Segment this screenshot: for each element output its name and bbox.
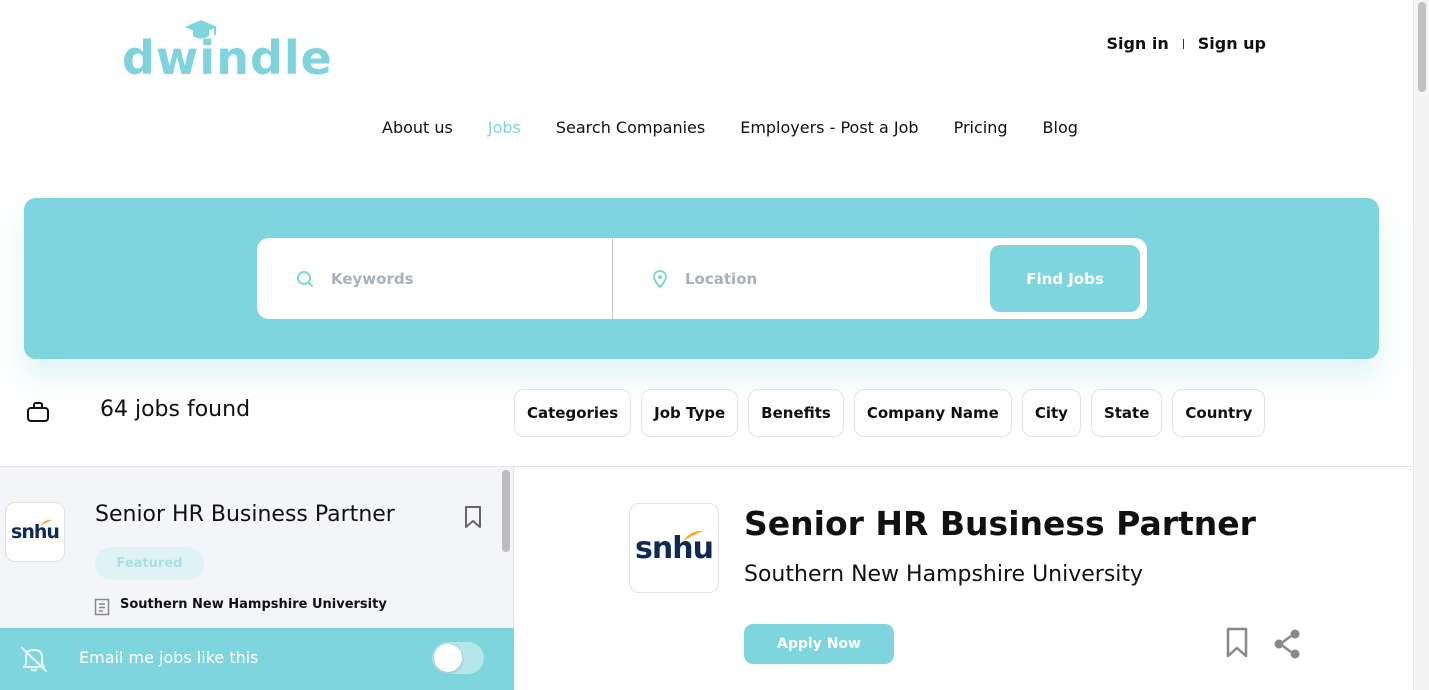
bell-off-icon — [21, 647, 47, 672]
job-card-logo-text: snhu — [11, 521, 60, 543]
filter-city[interactable]: City — [1021, 389, 1081, 437]
nav-jobs[interactable]: Jobs — [488, 118, 521, 137]
filter-categories[interactable]: Categories — [514, 389, 632, 437]
email-alert-toggle[interactable] — [432, 642, 484, 674]
main-nav: About us Jobs Search Companies Employers… — [382, 118, 1113, 137]
page-scrollbar[interactable] — [1413, 0, 1429, 690]
nav-search-companies[interactable]: Search Companies — [556, 118, 705, 137]
email-alert-label: Email me jobs like this — [79, 648, 259, 667]
filter-benefits[interactable]: Benefits — [748, 389, 844, 437]
filter-job-type[interactable]: Job Type — [641, 389, 739, 437]
filter-bar: Categories Job Type Benefits Company Nam… — [514, 389, 1275, 437]
search-bar: Find Jobs — [257, 238, 1147, 319]
location-field — [613, 238, 989, 319]
job-card-company-logo: snhu — [5, 502, 65, 562]
company-building-icon — [94, 598, 110, 616]
job-card-company: Southern New Hampshire University — [120, 597, 387, 612]
detail-company-name[interactable]: Southern New Hampshire University — [744, 562, 1143, 587]
nav-about-us[interactable]: About us — [382, 118, 453, 137]
sign-in-link[interactable]: Sign in — [1106, 34, 1168, 53]
keywords-field — [257, 238, 613, 319]
jobs-found-count: 64 jobs found — [100, 397, 251, 422]
keywords-input[interactable] — [331, 269, 581, 288]
detail-company-logo: snhu — [629, 503, 719, 593]
apply-now-button[interactable]: Apply Now — [744, 624, 894, 664]
nav-employers-post-job[interactable]: Employers - Post a Job — [740, 118, 918, 137]
job-list-scrollbar[interactable] — [500, 470, 512, 552]
filter-country[interactable]: Country — [1172, 389, 1266, 437]
auth-divider — [1182, 38, 1184, 49]
search-icon — [297, 270, 313, 287]
nav-pricing[interactable]: Pricing — [954, 118, 1008, 137]
detail-bookmark-icon[interactable] — [1224, 627, 1250, 659]
featured-badge: Featured — [95, 547, 204, 580]
auth-links: Sign in Sign up — [1106, 34, 1266, 53]
briefcase-icon — [27, 402, 49, 422]
email-alert-bar: Email me jobs like this — [0, 628, 514, 690]
share-icon[interactable] — [1272, 628, 1302, 660]
job-card-title[interactable]: Senior HR Business Partner — [95, 502, 395, 527]
page-scrollbar-thumb[interactable] — [1418, 2, 1426, 92]
job-card-bookmark-icon[interactable] — [463, 505, 483, 529]
find-jobs-button[interactable]: Find Jobs — [990, 245, 1140, 312]
detail-job-title: Senior HR Business Partner — [744, 504, 1256, 543]
logo-wordmark: dwindle — [122, 31, 333, 85]
filter-company-name[interactable]: Company Name — [853, 389, 1012, 437]
nav-blog[interactable]: Blog — [1043, 118, 1078, 137]
detail-logo-text: snhu — [635, 530, 714, 566]
filter-state[interactable]: State — [1090, 389, 1163, 437]
sign-up-link[interactable]: Sign up — [1198, 34, 1266, 53]
location-input[interactable] — [685, 269, 935, 288]
dwindle-logo[interactable]: dwindle — [122, 18, 332, 84]
map-pin-icon — [652, 269, 668, 288]
page: dwindle Sign in Sign up About us Jobs Se… — [0, 0, 1413, 690]
toggle-knob — [434, 644, 462, 672]
